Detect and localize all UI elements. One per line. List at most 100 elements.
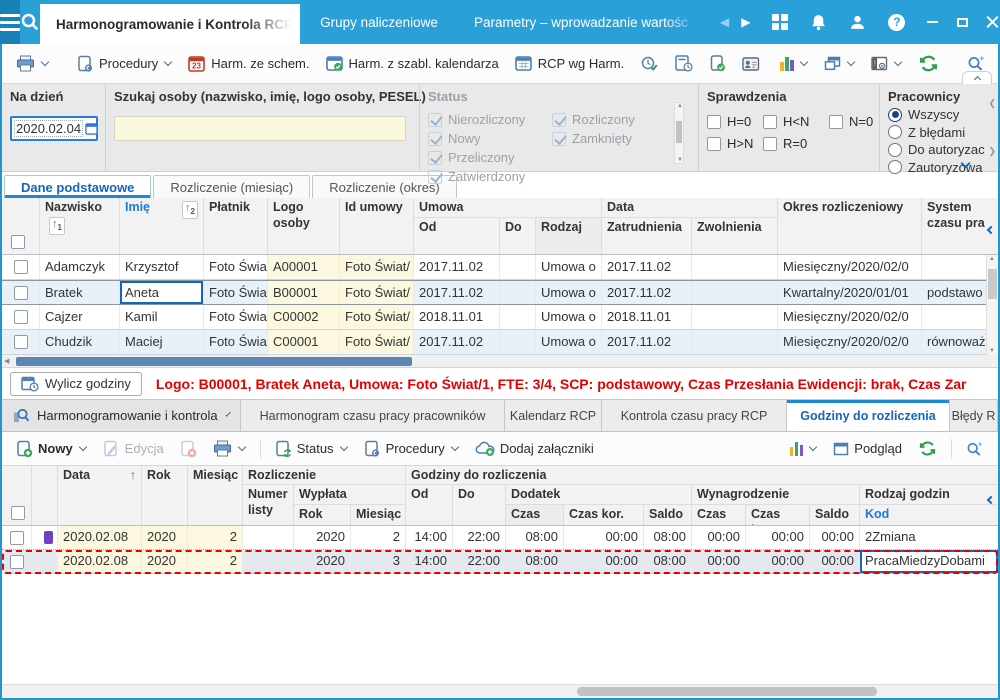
calc-clock-button[interactable] <box>669 51 699 76</box>
bell-icon[interactable] <box>810 14 827 31</box>
procedury-button[interactable]: Procedury <box>71 51 178 77</box>
layout-button[interactable] <box>818 52 861 75</box>
calendar-picker-icon[interactable] <box>85 122 98 135</box>
cell-nazwisko[interactable]: Adamczyk <box>40 255 120 279</box>
cell-rok[interactable]: 2020 <box>142 526 188 549</box>
col-dodatek-saldo[interactable]: Saldo <box>644 505 692 525</box>
row-checkbox[interactable] <box>13 310 28 324</box>
tab-dane-podstawowe[interactable]: Dane podstawowe <box>4 175 152 198</box>
chart-button[interactable] <box>774 53 814 75</box>
cell-dodatek-saldo[interactable]: 08:00 <box>644 550 692 573</box>
sort-asc-icon[interactable]: ↑ 2 <box>182 201 198 219</box>
cell-wyn-saldo[interactable]: 00:00 <box>810 526 860 549</box>
cell-wyn-czas-kor[interactable]: 00:00 <box>746 526 810 549</box>
procedury-button-2[interactable]: Procedury <box>358 436 465 462</box>
harm-z-szabl-button[interactable]: Harm. z szabl. kalendarza <box>320 51 505 76</box>
tab-godziny-do-rozliczenia[interactable]: Godziny do rozliczenia <box>786 400 949 431</box>
scroll-left-icon[interactable]: ❮ <box>988 98 996 109</box>
cell-umowa-od[interactable]: 2018.11.01 <box>414 305 500 329</box>
cell-dodatek-czas[interactable]: 08:00 <box>506 526 564 549</box>
cell-rodzaj[interactable]: Umowa o <box>536 281 602 304</box>
tab-bledy-rcp[interactable]: Błędy R <box>949 400 998 431</box>
checkbox-icon[interactable] <box>763 136 777 151</box>
cell-wyplata-rok[interactable]: 2020 <box>294 550 351 573</box>
cell-zatrudnienia[interactable]: 2017.11.02 <box>602 330 692 354</box>
col-dodatek-czas-kor[interactable]: Czas kor. <box>564 505 644 525</box>
select-all-checkbox-2[interactable] <box>11 506 25 520</box>
checkbox-checked-icon[interactable] <box>428 150 442 165</box>
cell-numer-listy[interactable] <box>243 526 294 549</box>
col-zwolnienia[interactable]: Zwolnienia <box>692 218 778 254</box>
dodaj-zalaczniki-button[interactable]: Dodaj załączniki <box>469 436 600 461</box>
cell-id-umowy[interactable]: Foto Świat/ <box>340 281 414 304</box>
tab-kalendarz-rcp[interactable]: Kalendarz RCP <box>504 400 601 431</box>
col-umowa-do[interactable]: Do <box>500 218 536 254</box>
menu-button[interactable] <box>0 0 20 44</box>
apps-grid-icon[interactable] <box>772 14 789 30</box>
col-od[interactable]: Od <box>406 485 453 525</box>
cell-kod[interactable]: 2Zmiana <box>860 526 998 549</box>
cell-rodzaj[interactable]: Umowa o <box>536 330 602 354</box>
help-icon[interactable]: ? <box>888 13 906 31</box>
checkbox-checked-icon[interactable] <box>552 112 566 127</box>
employee-row[interactable]: Chudzik Maciej Foto Świa C00001 Foto Świ… <box>2 330 998 355</box>
status-scrollbar[interactable]: ▲ ▼ <box>674 102 684 164</box>
row-checkbox[interactable] <box>13 335 28 349</box>
cell-do[interactable]: 22:00 <box>453 550 506 573</box>
wylicz-godziny-button[interactable]: Wylicz godziny <box>10 371 142 396</box>
zoom-button-2[interactable] <box>960 437 990 461</box>
podglad-button[interactable]: Podgląd <box>827 437 908 460</box>
col-miesiac[interactable]: Miesiąc <box>188 466 243 525</box>
cell-platnik[interactable]: Foto Świa <box>204 255 268 279</box>
checkbox-icon[interactable] <box>763 114 777 129</box>
cell-od[interactable]: 14:00 <box>406 526 453 549</box>
col-data[interactable]: Data ↑ <box>58 466 142 525</box>
minimize-button[interactable] <box>917 0 947 44</box>
tab-rozliczenie-miesiac[interactable]: Rozliczenie (miesiąc) <box>153 175 311 198</box>
row-checkbox[interactable] <box>13 285 28 300</box>
cell-umowa-do[interactable] <box>500 305 536 329</box>
cell-od[interactable]: 14:00 <box>406 550 453 573</box>
checkbox-icon[interactable] <box>707 114 721 129</box>
cell-platnik[interactable]: Foto Świa <box>204 305 268 329</box>
colgroup-umowa[interactable]: Umowa <box>414 198 602 218</box>
employee-row[interactable]: Bratek Aneta Foto Świa B00001 Foto Świat… <box>2 280 998 305</box>
user-icon[interactable] <box>849 14 866 31</box>
sort-asc-icon[interactable]: ↑ <box>130 468 136 484</box>
scrollbar-thumb[interactable] <box>16 357 412 366</box>
tab-prev-icon[interactable]: ◀ <box>720 15 729 29</box>
cell-okres[interactable]: Miesięczny/2020/02/0 <box>778 305 922 329</box>
chart-button-2[interactable] <box>784 438 824 460</box>
col-wyn-saldo[interactable]: Saldo <box>810 505 860 525</box>
cell-wyplata-miesiac[interactable]: 3 <box>351 550 406 573</box>
tab-parametry[interactable]: Parametry – wprowadzanie wartośc <box>458 0 710 44</box>
employee-row[interactable]: Cajzer Kamil Foto Świa C00002 Foto Świat… <box>2 305 998 330</box>
colgroup-wyplata[interactable]: Wypłata <box>294 485 406 505</box>
cell-zatrudnienia[interactable]: 2017.11.02 <box>602 281 692 304</box>
cell-data[interactable]: 2020.02.08 <box>58 550 142 573</box>
expand-filters-button[interactable] <box>960 155 971 170</box>
cell-rok[interactable]: 2020 <box>142 550 188 573</box>
close-button[interactable] <box>977 0 1000 44</box>
col-wyn-czas-kor[interactable]: Czas kor. <box>746 505 810 525</box>
col-nazwisko[interactable]: Nazwisko ↑ 1 <box>40 198 120 254</box>
col-logo-osoby[interactable]: Logo osoby <box>268 198 340 254</box>
cell-imie[interactable]: Krzysztof <box>120 255 204 279</box>
cell-dodatek-czas-kor[interactable]: 00:00 <box>564 526 644 549</box>
cell-umowa-do[interactable] <box>500 281 536 304</box>
colgroup-rozliczenie[interactable]: Rozliczenie <box>243 466 406 485</box>
col-id-umowy[interactable]: Id umowy <box>340 198 414 254</box>
cell-nazwisko[interactable]: Chudzik <box>40 330 120 354</box>
col-umowa-od[interactable]: Od <box>414 218 500 254</box>
sort-asc-icon[interactable]: ↑ 1 <box>49 216 65 235</box>
cell-zwolnienia[interactable] <box>692 330 778 354</box>
refresh-button[interactable] <box>912 50 945 77</box>
cell-dodatek-czas[interactable]: 08:00 <box>506 550 564 573</box>
rcp-wg-harm-button[interactable]: RCP wg Harm. <box>509 51 630 76</box>
print-button[interactable] <box>10 51 55 76</box>
cell-numer-listy[interactable] <box>243 550 294 573</box>
cell-rodzaj[interactable]: Umowa o <box>536 255 602 279</box>
cell-nazwisko[interactable]: Bratek <box>40 281 120 304</box>
cell-wyn-czas-kor[interactable]: 00:00 <box>746 550 810 573</box>
checkbox-checked-icon[interactable] <box>428 131 442 146</box>
